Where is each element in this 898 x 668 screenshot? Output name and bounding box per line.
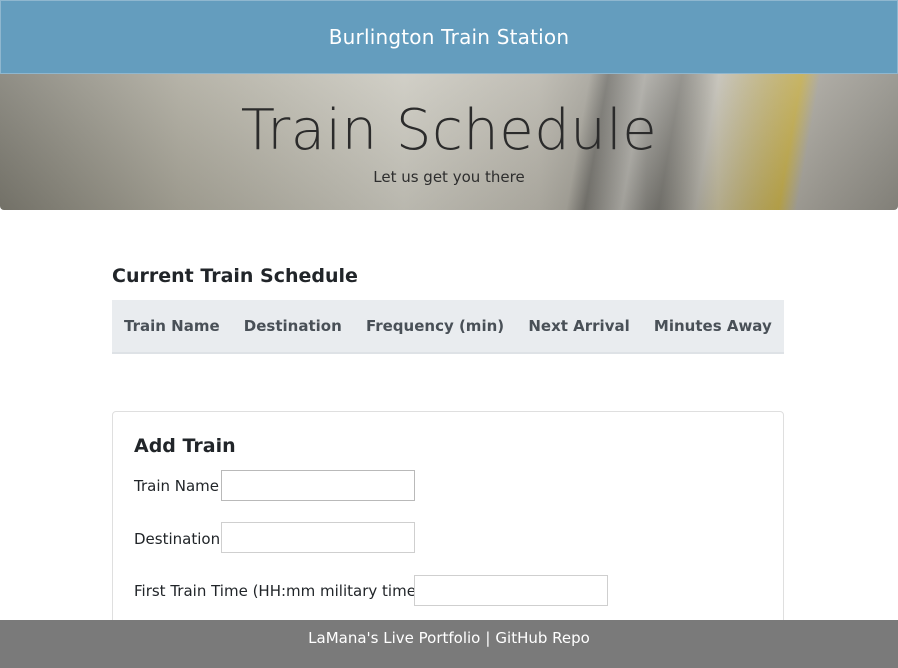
footer: LaMana's Live Portfolio | GitHub Repo <box>0 620 898 668</box>
first-train-time-input[interactable] <box>414 575 608 606</box>
portfolio-link[interactable]: LaMana's Live Portfolio <box>308 629 480 647</box>
destination-input[interactable] <box>221 522 415 553</box>
hero-title: Train Schedule <box>240 98 658 163</box>
add-train-title: Add Train <box>134 435 236 457</box>
navbar-title: Burlington Train Station <box>328 25 570 49</box>
column-header-next-arrival: Next Arrival <box>528 317 630 335</box>
table-header-row: Train Name Destination Frequency (min) N… <box>112 300 784 353</box>
hero-subtitle: Let us get you there <box>373 168 525 186</box>
schedule-table: Train Name Destination Frequency (min) N… <box>112 300 784 354</box>
column-header-train-name: Train Name <box>124 317 220 335</box>
destination-label: Destination <box>134 530 221 548</box>
train-name-input[interactable] <box>221 470 415 501</box>
column-header-frequency: Frequency (min) <box>365 317 505 335</box>
schedule-title: Current Train Schedule <box>112 265 358 287</box>
add-train-card: Add Train Train Name Destination First T… <box>112 411 784 651</box>
footer-separator: | <box>485 629 491 647</box>
column-header-minutes-away: Minutes Away <box>653 317 772 335</box>
github-repo-link[interactable]: GitHub Repo <box>495 629 589 647</box>
first-train-time-label: First Train Time (HH:mm military time) <box>134 582 422 600</box>
hero-banner: Train Schedule Let us get you there <box>0 74 898 210</box>
train-name-label: Train Name <box>134 477 220 495</box>
navbar: Burlington Train Station <box>0 0 898 74</box>
column-header-destination: Destination <box>243 317 342 335</box>
